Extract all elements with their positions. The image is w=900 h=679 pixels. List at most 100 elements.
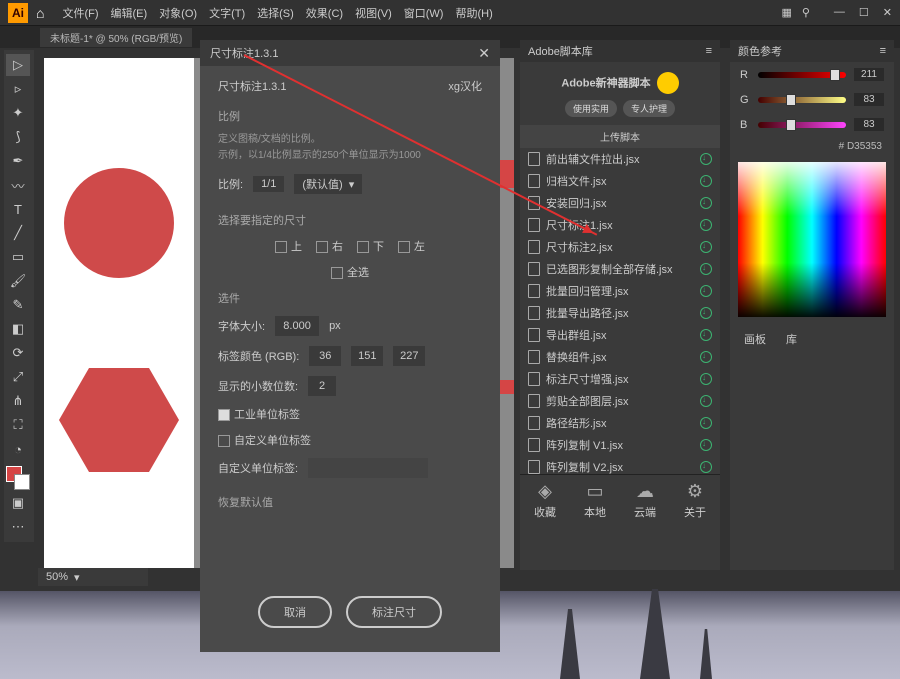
download-icon[interactable] (700, 153, 712, 165)
color-spectrum[interactable] (738, 162, 886, 317)
document-tab[interactable]: 未标题-1* @ 50% (RGB/预览) (40, 28, 192, 47)
script-item[interactable]: 阵列复制 V1.jsx (520, 434, 720, 456)
filter-pill-2[interactable]: 专人护理 (623, 100, 675, 117)
menu-edit[interactable]: 编辑(E) (105, 5, 154, 21)
shaper-tool[interactable]: ✎ (6, 294, 30, 316)
download-icon[interactable] (700, 329, 712, 341)
script-item[interactable]: 路径结形.jsx (520, 412, 720, 434)
brush-tool[interactable]: 🖌 (6, 270, 30, 292)
chk-bottom[interactable]: 下 (357, 238, 384, 254)
download-icon[interactable] (700, 395, 712, 407)
window-close-icon[interactable]: ✕ (883, 6, 892, 19)
decimal-input[interactable] (308, 376, 336, 396)
window-min-icon[interactable]: — (834, 6, 845, 19)
nav-fav[interactable]: ◈收藏 (520, 475, 570, 526)
artboard[interactable] (44, 58, 194, 568)
cancel-button[interactable]: 取消 (258, 596, 332, 628)
color-b-input[interactable] (393, 346, 425, 366)
rectangle-tool[interactable]: ▭ (6, 246, 30, 268)
restore-label[interactable]: 恢复默认值 (218, 494, 482, 510)
lasso-tool[interactable]: ⟆ (6, 126, 30, 148)
download-icon[interactable] (700, 263, 712, 275)
script-item[interactable]: 批量回归管理.jsx (520, 280, 720, 302)
download-icon[interactable] (700, 219, 712, 231)
panel-menu-icon[interactable]: ≡ (880, 45, 886, 57)
chk-left[interactable]: 左 (398, 238, 425, 254)
window-max-icon[interactable]: ☐ (859, 6, 869, 19)
custom-unit-input[interactable] (308, 458, 428, 478)
free-transform-tool[interactable]: ⛶ (6, 414, 30, 436)
hex-value[interactable]: # D35353 (730, 137, 894, 156)
type-tool[interactable]: T (6, 198, 30, 220)
download-icon[interactable] (700, 307, 712, 319)
filter-pill-1[interactable]: 使用实用 (565, 100, 617, 117)
slider-g[interactable]: G83 (730, 87, 894, 112)
confirm-button[interactable]: 标注尺寸 (346, 596, 442, 628)
color-r-input[interactable] (309, 346, 341, 366)
pen-tool[interactable]: ✒ (6, 150, 30, 172)
script-item[interactable]: 尺寸标注1.jsx (520, 214, 720, 236)
script-item[interactable]: 替换组件.jsx (520, 346, 720, 368)
screen-mode-tool[interactable]: ▣ (6, 492, 30, 514)
menu-view[interactable]: 视图(V) (349, 5, 398, 21)
download-icon[interactable] (700, 197, 712, 209)
wand-tool[interactable]: ✦ (6, 102, 30, 124)
script-item[interactable]: 剪贴全部图层.jsx (520, 390, 720, 412)
download-icon[interactable] (700, 175, 712, 187)
download-icon[interactable] (700, 373, 712, 385)
panel-menu-icon[interactable]: ≡ (706, 45, 712, 57)
download-icon[interactable] (700, 285, 712, 297)
menu-type[interactable]: 文字(T) (203, 5, 251, 21)
nav-cloud[interactable]: ☁云端 (620, 475, 670, 526)
script-item[interactable]: 尺寸标注2.jsx (520, 236, 720, 258)
home-icon[interactable]: ⌂ (36, 5, 44, 21)
script-item[interactable]: 导出群组.jsx (520, 324, 720, 346)
fontsize-input[interactable] (275, 316, 319, 336)
lib-tab-library[interactable]: 库 (786, 331, 797, 347)
script-item[interactable]: 前出辅文件拉出.jsx (520, 148, 720, 170)
menu-help[interactable]: 帮助(H) (449, 5, 498, 21)
chk-right[interactable]: 右 (316, 238, 343, 254)
close-icon[interactable]: ✕ (478, 45, 490, 62)
ratio-default-select[interactable]: (默认值)▾ (294, 174, 362, 194)
nav-about[interactable]: ⚙关于 (670, 475, 720, 526)
shape-builder-tool[interactable]: ◔ (6, 438, 30, 460)
menu-select[interactable]: 选择(S) (251, 5, 300, 21)
dialog-titlebar[interactable]: 尺寸标注1.3.1 ✕ (200, 40, 500, 66)
search-icon[interactable]: ⚲ (802, 6, 810, 19)
download-icon[interactable] (700, 439, 712, 451)
slider-b[interactable]: B83 (730, 112, 894, 137)
ratio-select[interactable]: 1/1 (253, 176, 284, 192)
menu-file[interactable]: 文件(F) (56, 5, 104, 21)
menu-object[interactable]: 对象(O) (153, 5, 203, 21)
download-icon[interactable] (700, 461, 712, 473)
eraser-tool[interactable]: ◧ (6, 318, 30, 340)
nav-local[interactable]: ▭本地 (570, 475, 620, 526)
menu-window[interactable]: 窗口(W) (398, 5, 450, 21)
layout-icon[interactable]: ▦ (781, 6, 791, 19)
script-item[interactable]: 阵列复制 V2.jsx (520, 456, 720, 474)
script-item[interactable]: 已选图形复制全部存储.jsx (520, 258, 720, 280)
lib-tab-artboard[interactable]: 画板 (744, 331, 766, 347)
download-icon[interactable] (700, 417, 712, 429)
download-icon[interactable] (700, 241, 712, 253)
edit-toolbar[interactable]: ⋯ (6, 516, 30, 538)
chk-industrial[interactable]: 工业单位标签 (218, 406, 300, 422)
chevron-down-icon[interactable]: ▾ (74, 571, 80, 584)
chk-top[interactable]: 上 (275, 238, 302, 254)
chk-custom-unit[interactable]: 自定义单位标签 (218, 432, 311, 448)
curvature-tool[interactable]: 〰 (6, 174, 30, 196)
script-item[interactable]: 归档文件.jsx (520, 170, 720, 192)
red-circle-shape[interactable] (64, 168, 174, 278)
download-icon[interactable] (700, 351, 712, 363)
chk-all[interactable]: 全选 (331, 264, 369, 280)
zoom-bar[interactable]: 50%▾ (38, 568, 148, 586)
rotate-tool[interactable]: ⟳ (6, 342, 30, 364)
script-item[interactable]: 标注尺寸增强.jsx (520, 368, 720, 390)
menu-effect[interactable]: 效果(C) (300, 5, 349, 21)
line-tool[interactable]: ╱ (6, 222, 30, 244)
scale-tool[interactable]: ⤢ (6, 366, 30, 388)
color-swatch[interactable] (6, 466, 30, 490)
red-hexagon-shape[interactable] (59, 368, 179, 472)
color-g-input[interactable] (351, 346, 383, 366)
